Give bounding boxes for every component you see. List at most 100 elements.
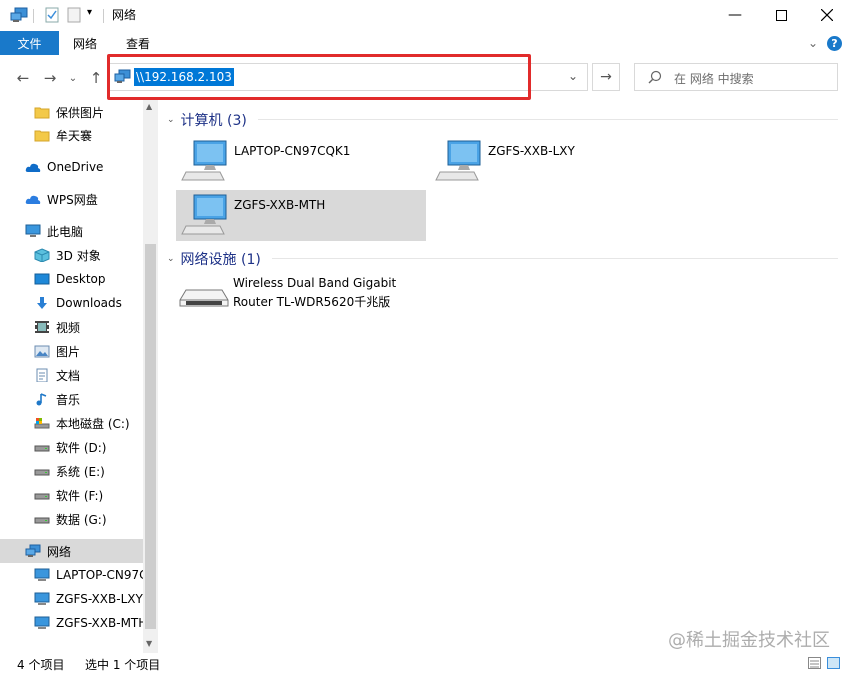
network-icon [10, 7, 28, 22]
sidebar-item-drive-d[interactable]: 软件 (D:) [0, 435, 143, 459]
sidebar-item-onedrive[interactable]: OneDrive [0, 155, 143, 179]
sidebar-item-music[interactable]: 音乐 [0, 387, 143, 411]
recent-locations-button[interactable]: ⌄ [63, 68, 83, 88]
drive-icon [34, 517, 50, 524]
scrollbar-thumb[interactable] [145, 244, 156, 629]
sidebar-item-videos[interactable]: 视频 [0, 315, 143, 339]
folder-icon [34, 107, 50, 119]
sidebar-item-drive-e[interactable]: 系统 (E:) [0, 459, 143, 483]
sidebar-item-label: 软件 (F:) [56, 488, 104, 503]
item-count: 4 个项目 [17, 658, 65, 672]
customize-quick-access-icon[interactable]: ▾ [87, 7, 92, 18]
sidebar-item-label: LAPTOP-CN97C [56, 568, 143, 582]
sidebar-item-drive-f[interactable]: 软件 (F:) [0, 483, 143, 507]
group-divider [258, 119, 838, 120]
monitor-icon [34, 568, 50, 581]
folder-icon [34, 130, 50, 142]
tab-view[interactable]: 查看 [126, 35, 150, 52]
sidebar-item-lxy[interactable]: ZGFS-XXB-LXY [0, 587, 143, 611]
sidebar-item-label: ZGFS-XXB-LXY [56, 592, 143, 606]
sidebar-item-laptop[interactable]: LAPTOP-CN97C [0, 563, 143, 587]
sidebar-item-label: 软件 (D:) [56, 440, 107, 455]
sidebar-item-documents[interactable]: 文档 [0, 363, 143, 387]
sidebar-item-pictures[interactable]: 图片 [0, 339, 143, 363]
computer-name: LAPTOP-CN97CQK1 [234, 144, 351, 158]
router-tile[interactable]: Wireless Dual Band Gigabit Router TL-WDR… [176, 272, 426, 318]
tiles-view-icon[interactable] [827, 657, 840, 669]
document-icon [36, 368, 48, 382]
close-icon [821, 9, 833, 21]
watermark: @稀土掘金技术社区 [668, 630, 830, 651]
computer-icon [435, 140, 481, 181]
sidebar-item-label: 视频 [56, 320, 81, 335]
sidebar-item-label: 文档 [56, 368, 81, 383]
computer-icon [25, 224, 41, 237]
search-input[interactable]: 在 网络 中搜索 [674, 70, 754, 87]
download-icon [37, 297, 47, 309]
navigation-pane: 保供图片 牟天褰 OneDrive WPS网盘 此电脑 3D 对象 Deskto… [0, 100, 143, 653]
selection-count: 选中 1 个项目 [85, 658, 161, 672]
search-icon [648, 70, 662, 84]
router-icon [179, 289, 229, 307]
close-button[interactable] [804, 0, 850, 30]
chevron-down-icon: ⌄ [68, 72, 78, 84]
sidebar-item-label: Desktop [56, 272, 106, 286]
drive-icon [34, 493, 50, 500]
group-header-computers[interactable]: ⌄ 计算机 (3) [167, 110, 247, 130]
sidebar-item-network[interactable]: 网络 [0, 539, 143, 563]
computer-tile[interactable]: LAPTOP-CN97CQK1 [176, 136, 426, 187]
forward-button[interactable]: → [40, 68, 60, 88]
sidebar-item-folder-1[interactable]: 保供图片 [0, 100, 143, 124]
scroll-down-icon[interactable]: ▼ [146, 639, 152, 648]
tab-file[interactable]: 文件 [0, 31, 59, 55]
address-highlight-box [107, 54, 531, 100]
new-folder-icon[interactable] [67, 7, 81, 23]
properties-icon[interactable] [45, 7, 59, 23]
expand-ribbon-icon[interactable]: ⌄ [808, 36, 818, 50]
arrow-right-icon: → [43, 69, 57, 87]
drive-icon [34, 469, 50, 476]
network-icon [25, 544, 41, 557]
sidebar-item-label: 此电脑 [47, 224, 84, 239]
sidebar-item-wps[interactable]: WPS网盘 [0, 187, 143, 211]
back-button[interactable]: ← [13, 68, 33, 88]
sidebar-item-mth[interactable]: ZGFS-XXB-MTH [0, 611, 143, 635]
sidebar-item-folder-2[interactable]: 牟天褰 [0, 123, 143, 147]
maximize-button[interactable] [758, 0, 804, 30]
up-button[interactable]: ↑ [86, 68, 106, 88]
minimize-button[interactable]: — [712, 0, 758, 30]
sidebar-item-drive-c[interactable]: 本地磁盘 (C:) [0, 411, 143, 435]
arrow-up-icon: ↑ [89, 69, 103, 87]
drive-icon [34, 418, 50, 429]
sidebar-item-label: 保供图片 [56, 105, 105, 120]
address-dropdown-icon[interactable]: ⌄ [568, 69, 578, 83]
minimize-icon: — [728, 7, 742, 23]
sidebar-item-downloads[interactable]: Downloads [0, 291, 143, 315]
title-bar: ▾ 网络 — [0, 0, 851, 30]
sidebar-item-3d[interactable]: 3D 对象 [0, 243, 143, 267]
details-view-icon[interactable] [808, 657, 821, 669]
cloud-icon [25, 195, 41, 204]
sidebar-item-drive-g[interactable]: 数据 (G:) [0, 507, 143, 531]
sidebar-item-label: WPS网盘 [47, 192, 98, 207]
sidebar-item-desktop[interactable]: Desktop [0, 267, 143, 291]
group-title: 网络设施 (1) [180, 252, 261, 268]
go-button[interactable]: → [592, 63, 620, 91]
computer-tile[interactable]: ZGFS-XXB-LXY [430, 136, 680, 187]
sidebar-item-label: 3D 对象 [56, 248, 101, 263]
scroll-up-icon[interactable]: ▲ [146, 102, 152, 111]
computer-icon [181, 140, 227, 181]
desktop-icon [34, 273, 50, 285]
sidebar-item-this-pc[interactable]: 此电脑 [0, 219, 143, 243]
sidebar-item-label: Downloads [56, 296, 122, 310]
computer-tile-selected[interactable]: ZGFS-XXB-MTH [176, 190, 426, 241]
group-header-devices[interactable]: ⌄ 网络设施 (1) [167, 249, 261, 269]
tab-network[interactable]: 网络 [73, 35, 97, 52]
music-icon [36, 393, 47, 406]
window-title: 网络 [112, 8, 137, 22]
computer-name: ZGFS-XXB-MTH [234, 198, 326, 212]
sidebar-item-label: ZGFS-XXB-MTH [56, 616, 143, 630]
drive-icon [34, 445, 50, 452]
sidebar-item-label: 网络 [47, 544, 72, 559]
help-icon[interactable]: ? [827, 36, 842, 51]
